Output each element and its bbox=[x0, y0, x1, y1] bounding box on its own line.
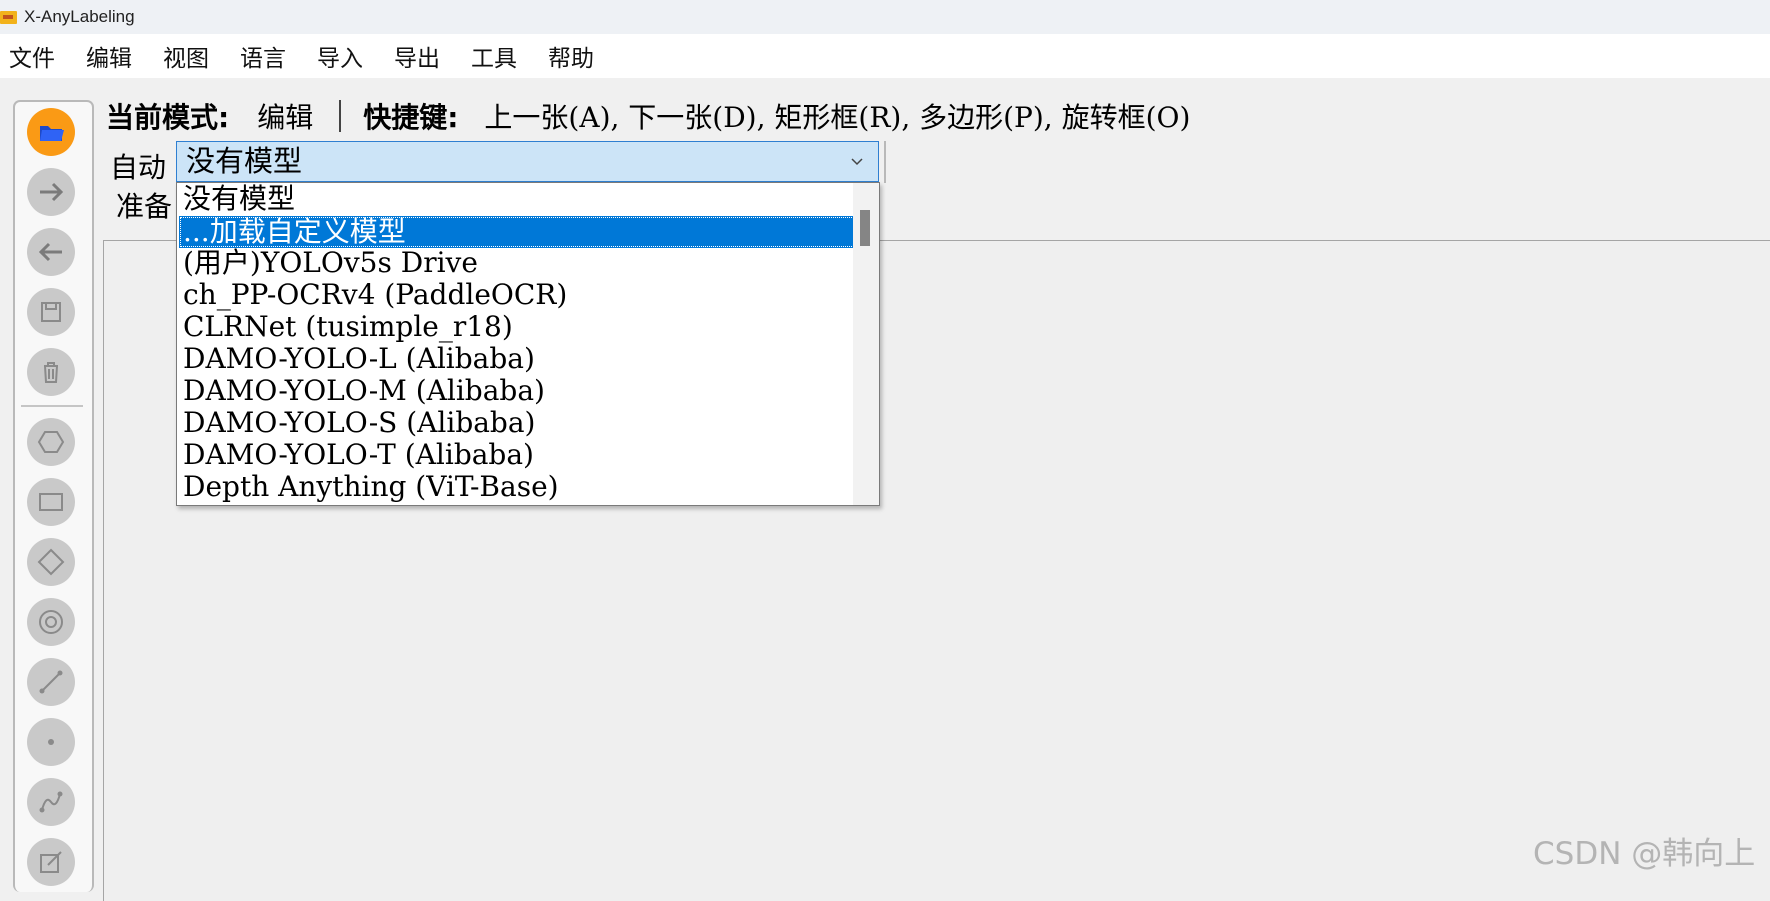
dropdown-option[interactable]: (用户)YOLOv5s Drive bbox=[183, 247, 478, 279]
dropdown-option[interactable]: DAMO-YOLO-L (Alibaba) bbox=[183, 343, 535, 375]
dropdown-option[interactable]: 没有模型 bbox=[183, 183, 295, 215]
watermark-text: CSDN @韩向上 bbox=[1533, 836, 1756, 872]
menu-edit[interactable]: 编辑 bbox=[86, 39, 132, 73]
ready-label: 准备 bbox=[116, 190, 173, 223]
dropdown-option[interactable]: ch_PP-OCRv4 (PaddleOCR) bbox=[183, 279, 567, 311]
save-icon[interactable] bbox=[27, 288, 75, 336]
dropdown-option[interactable]: DAMO-YOLO-S (Alibaba) bbox=[183, 407, 535, 439]
left-toolbar bbox=[13, 100, 94, 892]
window-title: X-AnyLabeling bbox=[24, 7, 135, 26]
dropdown-option[interactable]: DAMO-YOLO-T (Alibaba) bbox=[183, 439, 534, 471]
menu-bar: 文件 编辑 视图 语言 导入 导出 工具 帮助 bbox=[0, 34, 1770, 78]
menu-language[interactable]: 语言 bbox=[240, 39, 286, 73]
mode-divider bbox=[339, 100, 342, 132]
rectangle-icon[interactable] bbox=[27, 478, 75, 526]
auto-label: 自动 bbox=[110, 151, 167, 184]
app-logo-icon bbox=[0, 10, 17, 24]
rotation-icon[interactable] bbox=[27, 538, 75, 586]
delete-icon[interactable] bbox=[27, 348, 75, 396]
mode-value: 编辑 bbox=[257, 101, 314, 134]
toolbar-separator bbox=[21, 405, 83, 407]
menu-export[interactable]: 导出 bbox=[394, 39, 440, 73]
mode-label: 当前模式: bbox=[106, 101, 230, 134]
menu-import[interactable]: 导入 bbox=[317, 39, 363, 73]
menu-view[interactable]: 视图 bbox=[163, 39, 209, 73]
point-icon[interactable] bbox=[27, 718, 75, 766]
dropdown-option[interactable]: CLRNet (tusimple_r18) bbox=[183, 311, 513, 343]
dropdown-option[interactable]: Depth Anything (ViT-Base) bbox=[183, 471, 559, 503]
menu-file[interactable]: 文件 bbox=[9, 39, 55, 73]
line-icon[interactable] bbox=[27, 658, 75, 706]
mode-status-line: 当前模式: 编辑 快捷键: 上一张(A), 下一张(D), 矩形框(R), 多边… bbox=[106, 96, 1190, 136]
title-bar: X-AnyLabeling bbox=[0, 0, 1770, 34]
prev-image-icon[interactable] bbox=[27, 228, 75, 276]
scrollbar-thumb[interactable] bbox=[860, 210, 870, 246]
dropdown-option[interactable]: DAMO-YOLO-M (Alibaba) bbox=[183, 375, 545, 407]
linestrip-icon[interactable] bbox=[27, 778, 75, 826]
combo-edge bbox=[884, 141, 886, 183]
polygon-icon[interactable] bbox=[27, 418, 75, 466]
model-select[interactable]: 没有模型 bbox=[176, 141, 879, 182]
menu-help[interactable]: 帮助 bbox=[548, 39, 594, 73]
next-image-icon[interactable] bbox=[27, 168, 75, 216]
shortcut-label: 快捷键: bbox=[363, 101, 459, 134]
menu-tools[interactable]: 工具 bbox=[471, 39, 517, 73]
dropdown-scrollbar[interactable] bbox=[853, 183, 879, 505]
shortcut-list: 上一张(A), 下一张(D), 矩形框(R), 多边形(P), 旋转框(O) bbox=[484, 101, 1191, 134]
chevron-down-icon bbox=[851, 158, 863, 166]
circle-icon[interactable] bbox=[27, 598, 75, 646]
open-folder-icon[interactable] bbox=[27, 108, 75, 156]
dropdown-option-selected[interactable]: ...加载自定义模型 bbox=[179, 216, 855, 248]
model-select-value: 没有模型 bbox=[186, 144, 303, 178]
model-dropdown-list: 没有模型 ...加载自定义模型 (用户)YOLOv5s Drive ch_PP-… bbox=[176, 182, 880, 506]
